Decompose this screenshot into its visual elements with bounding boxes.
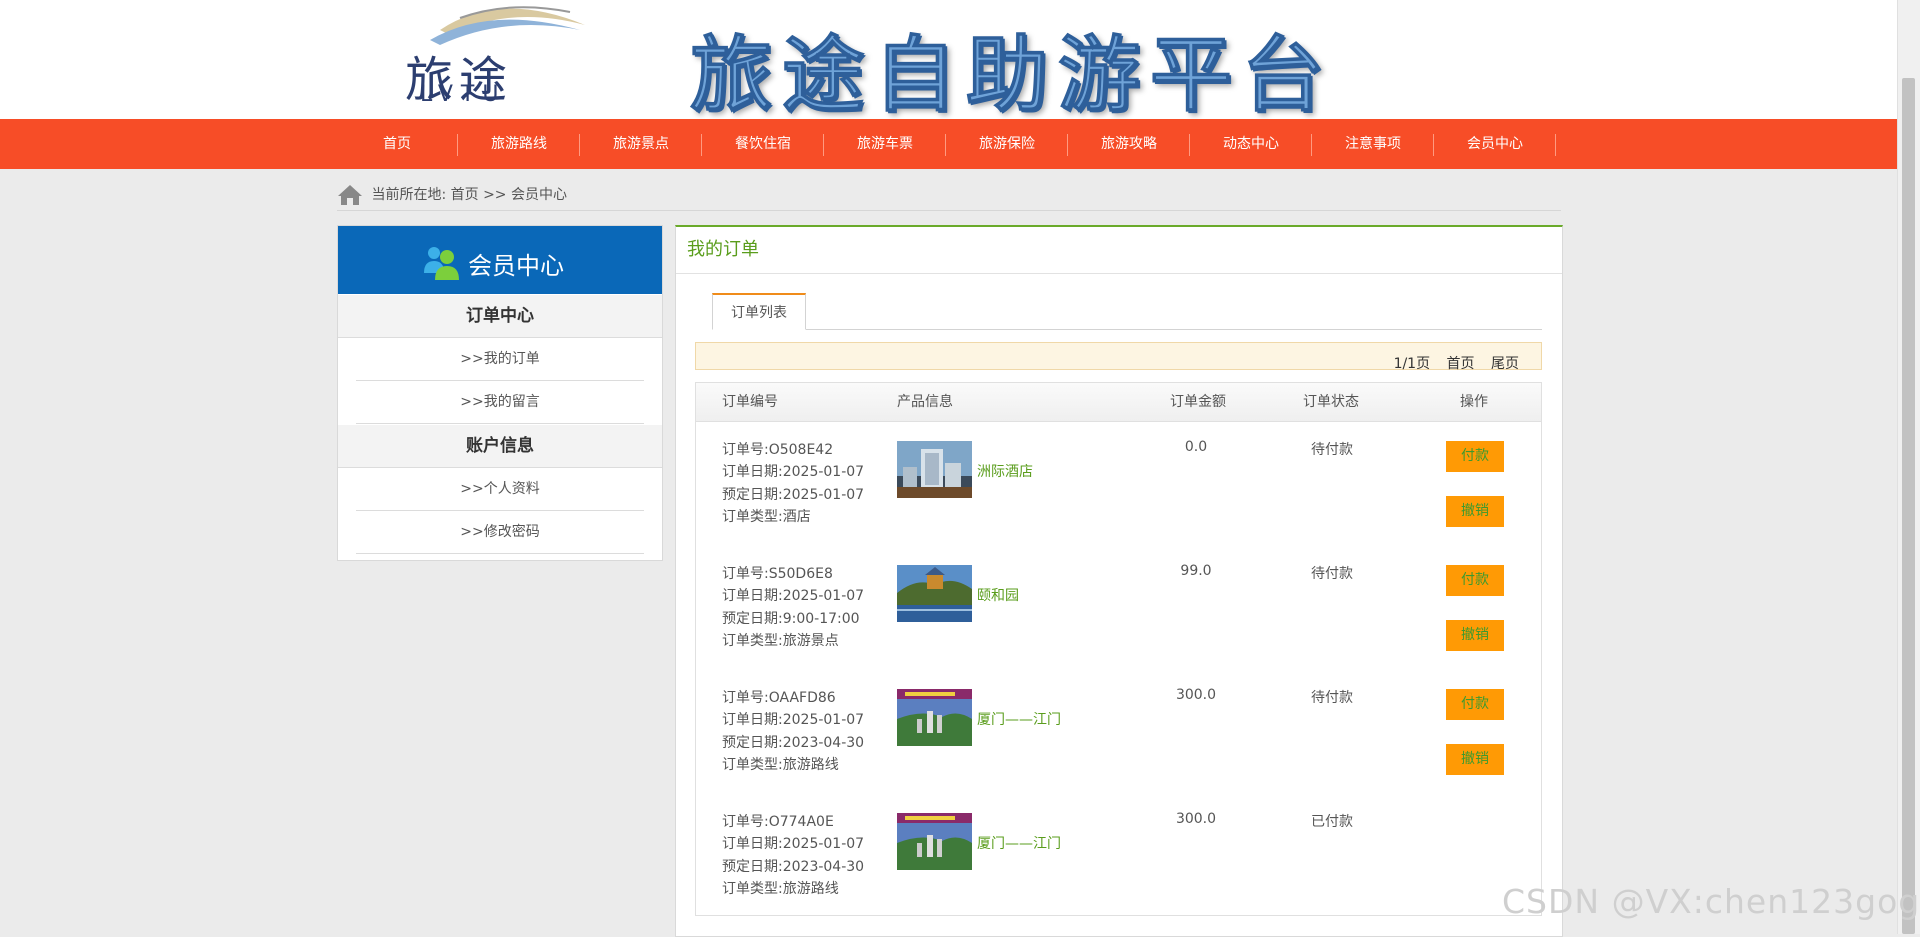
product-name-link[interactable]: 厦门——江门 — [977, 709, 1061, 729]
pager-first-link[interactable]: 首页 — [1447, 356, 1475, 372]
nav-item-insurance[interactable]: 旅游保险 — [946, 119, 1068, 169]
tab-bar: 订单列表 — [712, 293, 1542, 330]
watermark: CSDN @VX:chen123gogo — [1502, 882, 1920, 921]
nav-item-attractions[interactable]: 旅游景点 — [580, 119, 702, 169]
pager-page-indicator: 1/1页 — [1393, 356, 1431, 372]
product-name-link[interactable]: 颐和园 — [977, 585, 1019, 605]
sidebar-title: 会员中心 — [468, 252, 564, 280]
product-thumbnail[interactable] — [897, 689, 972, 746]
order-date: 订单日期:2025-01-07 — [722, 464, 865, 481]
order-date: 订单日期:2025-01-07 — [722, 712, 865, 729]
cancel-button[interactable]: 撤销 — [1446, 496, 1504, 527]
orders-table: 订单编号 产品信息 订单金额 订单状态 操作 订单号:O508E42 订单日期:… — [695, 382, 1542, 916]
nav-item-notices[interactable]: 注意事项 — [1312, 119, 1434, 169]
reserve-date: 预定日期:2025-01-07 — [722, 486, 865, 503]
order-date: 订单日期:2025-01-07 — [722, 588, 865, 605]
site-header: 旅途 LVTU 旅途自助游平台 — [0, 0, 1898, 124]
order-amount: 99.0 — [1180, 563, 1212, 579]
reserve-date: 预定日期:9:00-17:00 — [722, 610, 860, 627]
order-amount: 300.0 — [1175, 811, 1217, 827]
tab-order-list[interactable]: 订单列表 — [712, 293, 806, 330]
nav-item-home[interactable]: 首页 — [336, 119, 458, 169]
column-header-status: 订单状态 — [1303, 394, 1359, 410]
nav-item-guides[interactable]: 旅游攻略 — [1068, 119, 1190, 169]
nav-item-member-center[interactable]: 会员中心 — [1434, 119, 1556, 169]
breadcrumb-path[interactable]: 首页 >> 会员中心 — [451, 187, 567, 203]
order-status: 待付款 — [1311, 566, 1353, 582]
sidebar-item-my-orders[interactable]: >>我的订单 — [356, 338, 644, 381]
sidebar-item-my-messages[interactable]: >>我的留言 — [356, 381, 644, 424]
breadcrumb: 当前所在地: 首页 >> 会员中心 — [337, 180, 1561, 211]
site-logo[interactable]: 旅途 LVTU — [395, 0, 595, 112]
order-info: 订单号:O774A0E 订单日期:2025-01-07 预定日期:2023-04… — [722, 811, 864, 901]
order-status: 待付款 — [1311, 690, 1353, 706]
product-name-link[interactable]: 厦门——江门 — [977, 833, 1061, 853]
order-info: 订单号:O508E42 订单日期:2025-01-07 预定日期:2025-01… — [722, 439, 864, 529]
order-status: 已付款 — [1311, 814, 1353, 830]
order-info: 订单号:OAAFD86 订单日期:2025-01-07 预定日期:2023-04… — [722, 687, 864, 777]
sidebar-item-change-password[interactable]: >>修改密码 — [356, 511, 644, 554]
nav-item-tickets[interactable]: 旅游车票 — [824, 119, 946, 169]
nav-item-dining-lodging[interactable]: 餐饮住宿 — [702, 119, 824, 169]
column-header-amount: 订单金额 — [1170, 394, 1226, 410]
breadcrumb-label: 当前所在地: — [371, 187, 447, 203]
sidebar-header: 会员中心 — [338, 226, 662, 294]
scrollbar-thumb[interactable] — [1902, 78, 1915, 934]
logo-text-en: LVTU — [420, 82, 507, 107]
product-thumbnail[interactable] — [897, 813, 972, 870]
member-sidebar: 会员中心 订单中心 >>我的订单 >>我的留言 账户信息 >>个人资料 >>修改… — [337, 225, 663, 561]
product-name-link[interactable]: 洲际酒店 — [977, 461, 1033, 481]
product-thumbnail[interactable] — [897, 565, 972, 622]
table-row: 订单号:OAAFD86 订单日期:2025-01-07 预定日期:2023-04… — [696, 669, 1541, 793]
order-info: 订单号:S50D6E8 订单日期:2025-01-07 预定日期:9:00-17… — [722, 563, 864, 653]
members-icon — [424, 247, 459, 280]
reserve-date: 预定日期:2023-04-30 — [722, 858, 865, 875]
order-status: 待付款 — [1311, 442, 1353, 458]
banner-title: 旅途自助游平台 — [689, 28, 1335, 124]
order-number: 订单号:O774A0E — [722, 814, 834, 830]
order-number: 订单号:OAAFD86 — [722, 690, 836, 706]
order-type: 订单类型:旅游景点 — [722, 633, 839, 650]
order-amount: 0.0 — [1184, 439, 1208, 455]
order-date: 订单日期:2025-01-07 — [722, 836, 865, 853]
order-type: 订单类型:酒店 — [722, 509, 811, 526]
pager-bar: 1/1页 首页 尾页 — [695, 342, 1542, 372]
order-type: 订单类型:旅游路线 — [722, 881, 839, 898]
cancel-button[interactable]: 撤销 — [1446, 620, 1504, 651]
pay-button[interactable]: 付款 — [1446, 441, 1504, 472]
page-scrollbar[interactable] — [1897, 0, 1920, 934]
sidebar-section-account: 账户信息 — [338, 424, 662, 468]
nav-item-news[interactable]: 动态中心 — [1190, 119, 1312, 169]
main-nav: 首页 旅游路线 旅游景点 餐饮住宿 旅游车票 旅游保险 旅游攻略 动态中心 注意… — [0, 119, 1898, 169]
main-panel: 我的订单 订单列表 1/1页 首页 尾页 订单编号 产品信息 订单金额 订单状态… — [675, 225, 1563, 937]
pay-button[interactable]: 付款 — [1446, 689, 1504, 720]
sidebar-item-profile[interactable]: >>个人资料 — [356, 468, 644, 511]
order-amount: 300.0 — [1175, 687, 1217, 703]
reserve-date: 预定日期:2023-04-30 — [722, 734, 865, 751]
pager-last-link[interactable]: 尾页 — [1491, 356, 1519, 372]
product-thumbnail[interactable] — [897, 441, 972, 498]
column-header-order-no: 订单编号 — [722, 394, 778, 410]
table-row: 订单号:O774A0E 订单日期:2025-01-07 预定日期:2023-04… — [696, 793, 1541, 917]
order-number: 订单号:O508E42 — [722, 442, 834, 458]
table-row: 订单号:O508E42 订单日期:2025-01-07 预定日期:2025-01… — [696, 421, 1541, 545]
sidebar-section-orders: 订单中心 — [338, 294, 662, 338]
column-header-actions: 操作 — [1460, 394, 1488, 410]
cancel-button[interactable]: 撤销 — [1446, 744, 1504, 775]
order-type: 订单类型:旅游路线 — [722, 757, 839, 774]
pay-button[interactable]: 付款 — [1446, 565, 1504, 596]
column-header-product: 产品信息 — [897, 394, 953, 410]
page-title: 我的订单 — [676, 227, 1562, 274]
home-icon — [338, 185, 362, 205]
nav-item-routes[interactable]: 旅游路线 — [458, 119, 580, 169]
order-number: 订单号:S50D6E8 — [722, 566, 833, 582]
table-header: 订单编号 产品信息 订单金额 订单状态 操作 — [696, 383, 1541, 422]
table-row: 订单号:S50D6E8 订单日期:2025-01-07 预定日期:9:00-17… — [696, 545, 1541, 669]
